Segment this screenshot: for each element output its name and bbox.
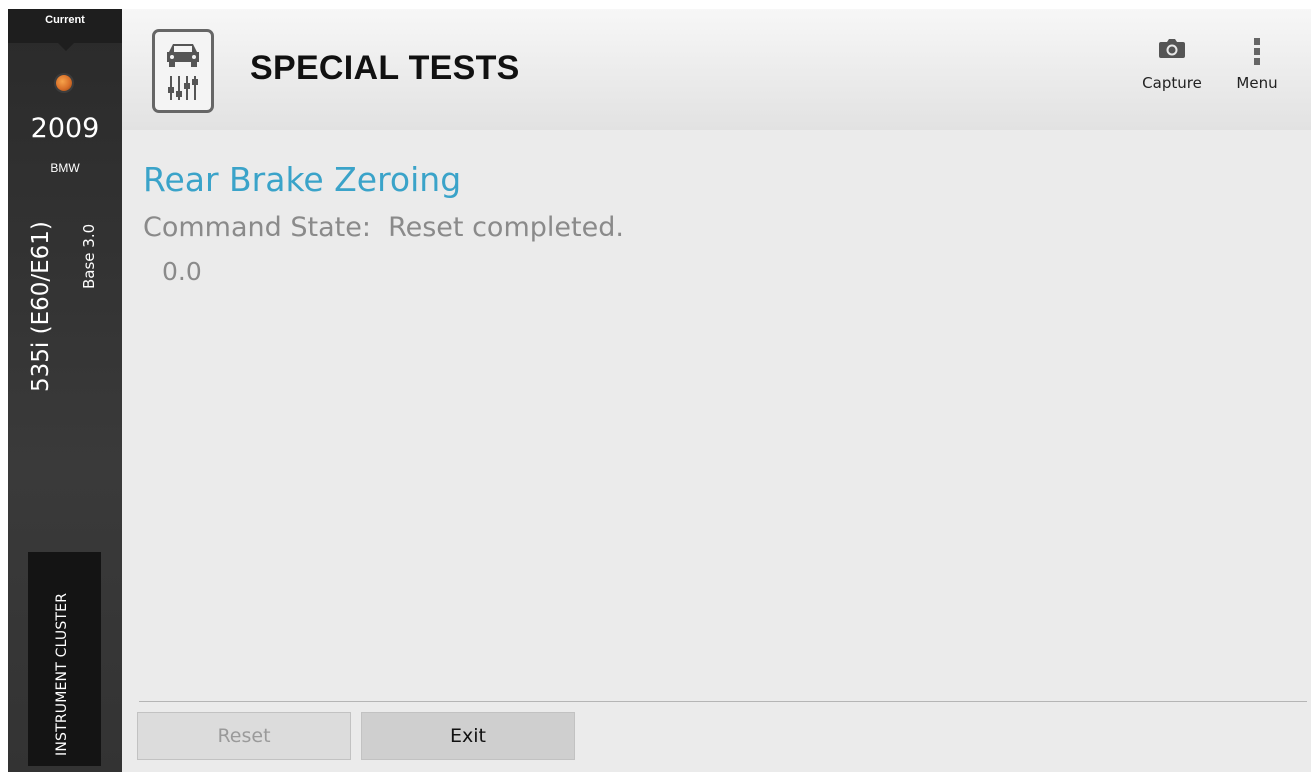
capture-label: Capture <box>1142 74 1202 92</box>
reset-button[interactable]: Reset <box>137 712 351 760</box>
capture-button[interactable]: Capture <box>1132 37 1212 92</box>
page-title: SPECIAL TESTS <box>250 49 520 87</box>
car-diagnostics-icon <box>152 29 214 113</box>
menu-button[interactable]: Menu <box>1222 37 1292 92</box>
command-value: 0.0 <box>162 257 202 286</box>
current-notch <box>58 43 74 51</box>
module-button[interactable]: INSTRUMENT CLUSTER <box>28 552 101 766</box>
test-title: Rear Brake Zeroing <box>143 160 462 199</box>
command-state: Command State: Reset completed. <box>143 212 624 243</box>
exit-button[interactable]: Exit <box>361 712 575 760</box>
vehicle-make: BMW <box>50 161 80 175</box>
vehicle-model: 535i (E60/E61) <box>28 221 54 392</box>
current-tab[interactable]: Current <box>8 9 122 43</box>
menu-label: Menu <box>1236 74 1278 92</box>
current-label: Current <box>45 14 85 26</box>
connection-status-icon <box>56 75 72 91</box>
app-window: Current 2009 BMW 535i (E60/E61) Base 3.0… <box>0 0 1311 772</box>
footer-divider <box>139 701 1307 702</box>
vehicle-year: 2009 <box>30 113 100 144</box>
module-label: INSTRUMENT CLUSTER <box>54 592 70 756</box>
vehicle-sidebar: Current 2009 BMW 535i (E60/E61) Base 3.0… <box>8 9 122 772</box>
header-bar: SPECIAL TESTS Capture Menu <box>122 9 1311 130</box>
camera-icon <box>1158 37 1186 64</box>
vehicle-trim: Base 3.0 <box>80 223 98 289</box>
main-panel: SPECIAL TESTS Capture Menu Rear Brake Ze… <box>122 9 1311 772</box>
overflow-menu-icon <box>1252 37 1262 70</box>
